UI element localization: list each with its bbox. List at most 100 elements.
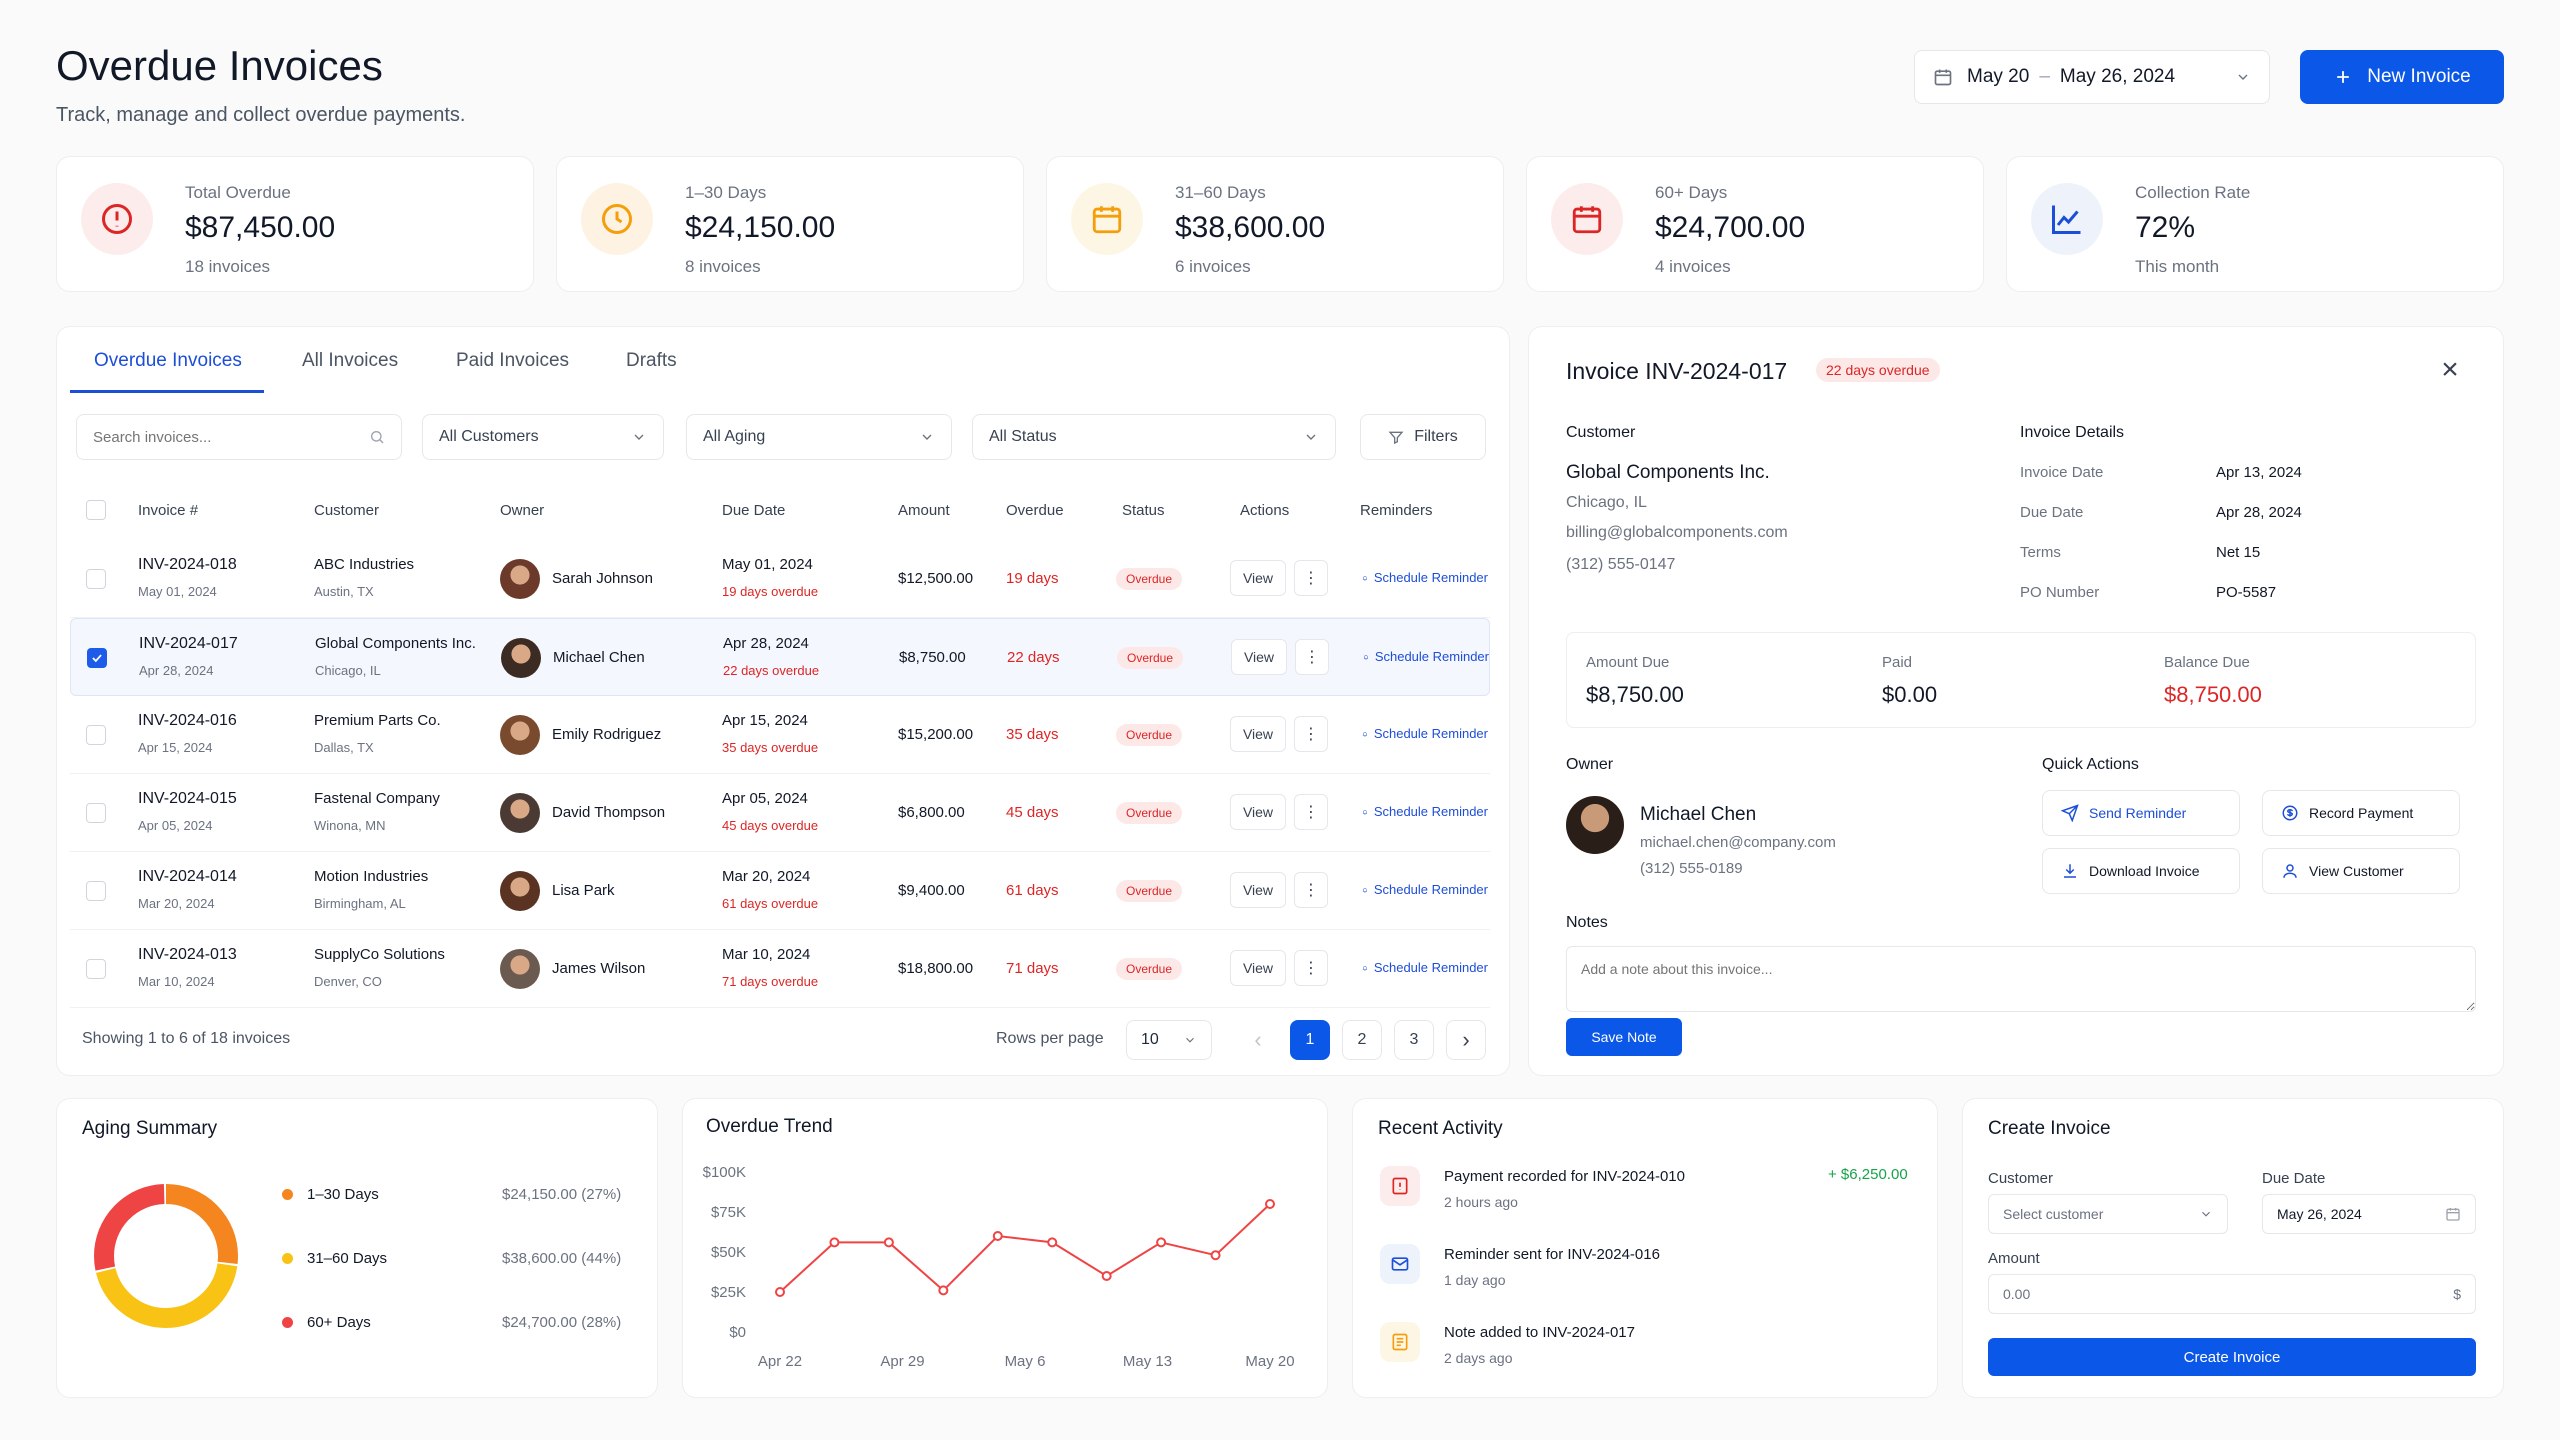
table-row[interactable]: INV-2024-015 Apr 05, 2024 Fastenal Company… xyxy=(70,774,1490,852)
stat-card-4: Collection Rate 72% This month xyxy=(2006,156,2504,292)
view-button[interactable]: View xyxy=(1230,950,1286,986)
rows-per-page-select[interactable]: 10 xyxy=(1126,1020,1212,1060)
status-filter-value: All Status xyxy=(989,428,1057,445)
more-actions-button[interactable]: ⋮ xyxy=(1294,794,1328,830)
status-badge: Overdue xyxy=(1116,568,1183,590)
tab-drafts[interactable]: Drafts xyxy=(626,350,677,372)
customer-filter[interactable]: All Customers xyxy=(422,414,664,460)
view-button[interactable]: View xyxy=(1231,639,1287,675)
more-actions-button[interactable]: ⋮ xyxy=(1294,716,1328,752)
paid-value: $0.00 xyxy=(1882,682,1938,707)
invoice-number[interactable]: INV-2024-018 xyxy=(138,556,237,574)
more-actions-button[interactable]: ⋮ xyxy=(1295,639,1329,675)
owner-avatar xyxy=(501,638,541,678)
send-reminder-button[interactable]: Send Reminder xyxy=(2042,790,2240,836)
row-checkbox[interactable] xyxy=(86,881,106,901)
legend-label: 1–30 Days xyxy=(307,1186,379,1203)
schedule-reminder-link[interactable]: Schedule Reminder xyxy=(1362,882,1488,897)
tab-all-invoices[interactable]: All Invoices xyxy=(302,350,398,372)
invoice-number[interactable]: INV-2024-017 xyxy=(139,635,238,653)
schedule-reminder-link[interactable]: Schedule Reminder xyxy=(1363,649,1489,664)
customer-city: Denver, CO xyxy=(314,974,382,989)
owner-email[interactable]: michael.chen@company.com xyxy=(1640,834,1836,851)
stat-card-3: 60+ Days $24,700.00 4 invoices xyxy=(1526,156,1984,292)
close-button[interactable]: × xyxy=(2434,353,2466,386)
schedule-reminder-link[interactable]: Schedule Reminder xyxy=(1362,570,1488,585)
more-actions-button[interactable]: ⋮ xyxy=(1294,872,1328,908)
create-amount-input[interactable]: 0.00 $ xyxy=(1988,1274,2476,1314)
row-checkbox[interactable] xyxy=(86,725,106,745)
stat-value: $24,700.00 xyxy=(1655,211,1806,244)
filters-button[interactable]: Filters xyxy=(1360,414,1486,460)
owner-name: Lisa Park xyxy=(552,882,615,899)
table-row[interactable]: INV-2024-017 Apr 28, 2024 Global Component… xyxy=(70,618,1490,696)
prev-page-button[interactable]: ‹ xyxy=(1238,1020,1278,1060)
pagination-summary: Showing 1 to 6 of 18 invoices xyxy=(82,1030,291,1047)
create-invoice-button[interactable]: Create Invoice xyxy=(1988,1338,2476,1376)
invoice-number[interactable]: INV-2024-015 xyxy=(138,790,237,808)
schedule-reminder-label: Schedule Reminder xyxy=(1373,570,1488,585)
new-invoice-button[interactable]: New Invoice xyxy=(2300,50,2504,104)
invoice-number[interactable]: INV-2024-013 xyxy=(138,946,237,964)
amount: $18,800.00 xyxy=(898,960,974,977)
customer-label: Customer xyxy=(1566,424,1636,441)
due-date: Mar 20, 2024 xyxy=(722,868,811,885)
stat-label: Collection Rate xyxy=(2135,183,2251,202)
view-button[interactable]: View xyxy=(1230,794,1286,830)
legend-label: 31–60 Days xyxy=(307,1250,388,1267)
invoice-issue-date: Apr 28, 2024 xyxy=(139,663,214,678)
status-filter[interactable]: All Status xyxy=(972,414,1336,460)
view-button[interactable]: View xyxy=(1230,716,1286,752)
page-3-button[interactable]: 3 xyxy=(1394,1020,1434,1060)
notes-textarea[interactable] xyxy=(1566,946,2476,1012)
table-row[interactable]: INV-2024-018 May 01, 2024 ABC Industries Au… xyxy=(70,540,1490,618)
owner-name: David Thompson xyxy=(552,804,666,821)
schedule-reminder-link[interactable]: Schedule Reminder xyxy=(1362,804,1488,819)
schedule-reminder-link[interactable]: Schedule Reminder xyxy=(1362,726,1488,741)
next-page-button[interactable]: › xyxy=(1446,1020,1486,1060)
owner-avatar xyxy=(500,793,540,833)
row-checkbox[interactable] xyxy=(86,803,106,823)
customer-email[interactable]: billing@globalcomponents.com xyxy=(1566,524,1788,542)
detail-value: Apr 28, 2024 xyxy=(2216,504,2302,521)
view-button[interactable]: View xyxy=(1230,560,1286,596)
more-actions-button[interactable]: ⋮ xyxy=(1294,950,1328,986)
table-row[interactable]: INV-2024-013 Mar 10, 2024 SupplyCo Solutio… xyxy=(70,930,1490,1008)
schedule-reminder-link[interactable]: Schedule Reminder xyxy=(1362,960,1488,975)
chevron-down-icon xyxy=(1186,1037,1194,1043)
row-checkbox[interactable] xyxy=(86,569,106,589)
download-invoice-button[interactable]: Download Invoice xyxy=(2042,848,2240,894)
tab-paid-invoices[interactable]: Paid Invoices xyxy=(456,350,569,372)
search-box[interactable] xyxy=(76,414,402,460)
bell-icon xyxy=(1362,965,1368,971)
create-customer-select[interactable]: Select customer xyxy=(1988,1194,2228,1234)
tab-overdue-invoices[interactable]: Overdue Invoices xyxy=(94,350,242,372)
date-range-picker[interactable]: May 20 – May 26, 2024 xyxy=(1914,50,2270,104)
y-tick-label: $100K xyxy=(703,1164,746,1181)
row-checkbox[interactable] xyxy=(86,959,106,979)
aging-filter[interactable]: All Aging xyxy=(686,414,952,460)
select-all-checkbox[interactable] xyxy=(86,500,106,520)
calendar-icon xyxy=(1551,183,1623,255)
search-input[interactable] xyxy=(93,428,333,446)
row-checkbox[interactable] xyxy=(87,648,107,668)
save-note-button[interactable]: Save Note xyxy=(1566,1018,1682,1056)
due-overdue-note: 61 days overdue xyxy=(722,896,819,911)
table-row[interactable]: INV-2024-014 Mar 20, 2024 Motion Industrie… xyxy=(70,852,1490,930)
date-start: May 20 xyxy=(1967,66,2030,87)
create-due-date-input[interactable]: May 26, 2024 xyxy=(2262,1194,2476,1234)
invoice-number[interactable]: INV-2024-014 xyxy=(138,868,237,886)
owner-phone: (312) 555-0189 xyxy=(1640,860,1743,877)
overdue-days: 19 days xyxy=(1006,570,1059,587)
view-button[interactable]: View xyxy=(1230,872,1286,908)
page-2-button[interactable]: 2 xyxy=(1342,1020,1382,1060)
more-actions-button[interactable]: ⋮ xyxy=(1294,560,1328,596)
payment-icon xyxy=(1380,1166,1420,1206)
invoice-number[interactable]: INV-2024-016 xyxy=(138,712,237,730)
view-customer-button[interactable]: View Customer xyxy=(2262,848,2460,894)
customer-city: Birmingham, AL xyxy=(314,896,406,911)
schedule-reminder-label: Schedule Reminder xyxy=(1373,726,1488,741)
table-row[interactable]: INV-2024-016 Apr 15, 2024 Premium Parts Co… xyxy=(70,696,1490,774)
record-payment-button[interactable]: Record Payment xyxy=(2262,790,2460,836)
page-1-button[interactable]: 1 xyxy=(1290,1020,1330,1060)
